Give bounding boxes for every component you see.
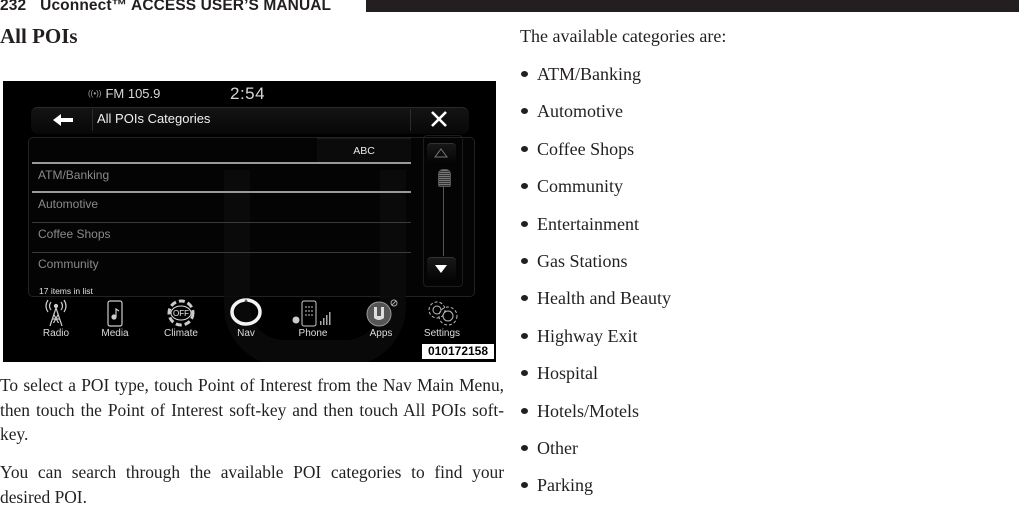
running-header: 232 Uconnect™ ACCESS USER’S MANUAL bbox=[0, 0, 331, 15]
bullet-icon bbox=[521, 407, 528, 414]
list-item[interactable]: Community bbox=[32, 252, 411, 281]
bullet-icon bbox=[521, 482, 528, 489]
category-label: Automotive bbox=[537, 101, 623, 122]
list-item-label: Community bbox=[38, 257, 99, 271]
item-count: 17 items in list bbox=[39, 286, 93, 296]
list-item-label: ATM/Banking bbox=[38, 168, 110, 182]
screen-title: All POIs Categories bbox=[97, 111, 211, 126]
back-arrow-icon bbox=[53, 114, 73, 126]
dock-media[interactable]: Media bbox=[86, 299, 144, 343]
back-button[interactable] bbox=[43, 109, 93, 131]
list-item-label: Coffee Shops bbox=[38, 227, 111, 241]
uconnect-screen-figure: ((•)) FM 105.9 2:54 All POIs Categories A… bbox=[3, 81, 496, 362]
figure-id: 010172158 bbox=[421, 343, 495, 360]
category-label: Entertainment bbox=[537, 213, 639, 234]
category-item: Automotive bbox=[520, 97, 671, 134]
category-item: Hotels/Motels bbox=[520, 397, 671, 434]
category-label: Hotels/Motels bbox=[537, 400, 639, 421]
compass-ring-icon bbox=[230, 298, 262, 326]
category-item: Highway Exit bbox=[520, 322, 671, 359]
page-number: 232 bbox=[0, 0, 27, 14]
bullet-icon bbox=[521, 71, 528, 77]
list-item[interactable]: Automotive bbox=[32, 191, 411, 220]
category-label: Hospital bbox=[537, 363, 598, 384]
clock: 2:54 bbox=[230, 84, 266, 103]
category-label: Highway Exit bbox=[537, 325, 638, 346]
category-label: Coffee Shops bbox=[537, 138, 635, 159]
dock-settings[interactable]: Settings bbox=[413, 299, 471, 343]
category-item: ATM/Banking bbox=[520, 60, 671, 97]
dock-apps[interactable]: Apps bbox=[352, 299, 410, 343]
category-label: Parking bbox=[537, 475, 593, 496]
list-item-label: Automotive bbox=[38, 197, 99, 211]
list-item[interactable]: ATM/Banking bbox=[32, 162, 411, 191]
category-label: ATM/Banking bbox=[537, 64, 642, 84]
category-item: Community bbox=[520, 172, 671, 209]
category-label: Health and Beauty bbox=[537, 288, 671, 309]
categories-intro: The available categories are: bbox=[520, 26, 727, 46]
dock-phone[interactable]: Phone bbox=[284, 299, 342, 343]
dock-label: Climate bbox=[164, 328, 198, 339]
header-rule bbox=[366, 0, 1019, 12]
paragraph-search: You can search through the available POI… bbox=[0, 462, 504, 507]
category-item: Other bbox=[520, 434, 671, 471]
bullet-icon bbox=[521, 220, 528, 227]
category-item: Coffee Shops bbox=[520, 135, 671, 172]
bullet-icon bbox=[521, 145, 528, 152]
phone-keypad-icon bbox=[292, 300, 331, 327]
media-player-icon bbox=[107, 300, 123, 327]
bullet-icon bbox=[521, 257, 528, 264]
dock-label: Media bbox=[101, 328, 129, 339]
category-item: Entertainment bbox=[520, 210, 671, 247]
list-item[interactable]: Coffee Shops bbox=[32, 222, 411, 251]
scroll-up-button[interactable] bbox=[427, 143, 456, 162]
bullet-icon bbox=[521, 444, 528, 451]
dock-climate[interactable]: OFF Climate bbox=[152, 299, 210, 343]
dock-label: Nav bbox=[237, 328, 255, 339]
category-label: Community bbox=[537, 176, 624, 197]
triangle-down-icon bbox=[435, 265, 447, 273]
dock-label: Radio bbox=[42, 328, 70, 339]
bullet-icon bbox=[521, 183, 528, 190]
section-title: All POIs bbox=[0, 24, 78, 48]
climate-off-icon: OFF bbox=[167, 299, 195, 327]
title-separator bbox=[410, 109, 411, 131]
dock-radio[interactable]: Radio bbox=[27, 299, 85, 343]
gears-icon bbox=[428, 301, 458, 326]
uconnect-apps-icon bbox=[366, 299, 398, 327]
close-icon bbox=[431, 111, 447, 127]
paragraph-select-poi: To select a POI type, touch Point of Int… bbox=[0, 375, 504, 444]
sort-abc-button[interactable]: ABC bbox=[317, 138, 411, 163]
category-item: Hospital bbox=[520, 359, 671, 396]
scroll-track[interactable] bbox=[443, 176, 444, 256]
categories-list: ATM/Banking Automotive Coffee Shops Comm… bbox=[520, 60, 671, 509]
scroll-down-button[interactable] bbox=[427, 257, 456, 280]
manual-title: Uconnect™ ACCESS USER’S MANUAL bbox=[40, 0, 332, 14]
close-button[interactable] bbox=[426, 108, 452, 130]
bullet-icon bbox=[521, 108, 528, 115]
category-label: Gas Stations bbox=[537, 250, 628, 271]
category-item: Parking bbox=[520, 471, 671, 508]
signal-icon: ((•)) bbox=[88, 89, 102, 98]
dock-label: Settings bbox=[423, 328, 461, 339]
radio-status: ((•)) FM 105.9 bbox=[88, 86, 160, 101]
triangle-up-icon bbox=[434, 148, 448, 158]
climate-off-badge: OFF bbox=[173, 309, 189, 318]
dock-label: Apps bbox=[369, 328, 393, 339]
dock-nav[interactable]: Nav bbox=[217, 298, 275, 343]
bullet-icon bbox=[521, 295, 528, 302]
category-item: Health and Beauty bbox=[520, 284, 671, 321]
radio-station: FM 105.9 bbox=[105, 86, 161, 101]
scroll-thumb[interactable] bbox=[438, 169, 451, 187]
dock-label: Phone bbox=[298, 328, 328, 339]
title-separator bbox=[92, 109, 93, 131]
bullet-icon bbox=[521, 370, 528, 377]
category-item: Gas Stations bbox=[520, 247, 671, 284]
radio-tower-icon bbox=[45, 299, 67, 327]
category-label: Other bbox=[537, 437, 578, 458]
bullet-icon bbox=[521, 332, 528, 339]
